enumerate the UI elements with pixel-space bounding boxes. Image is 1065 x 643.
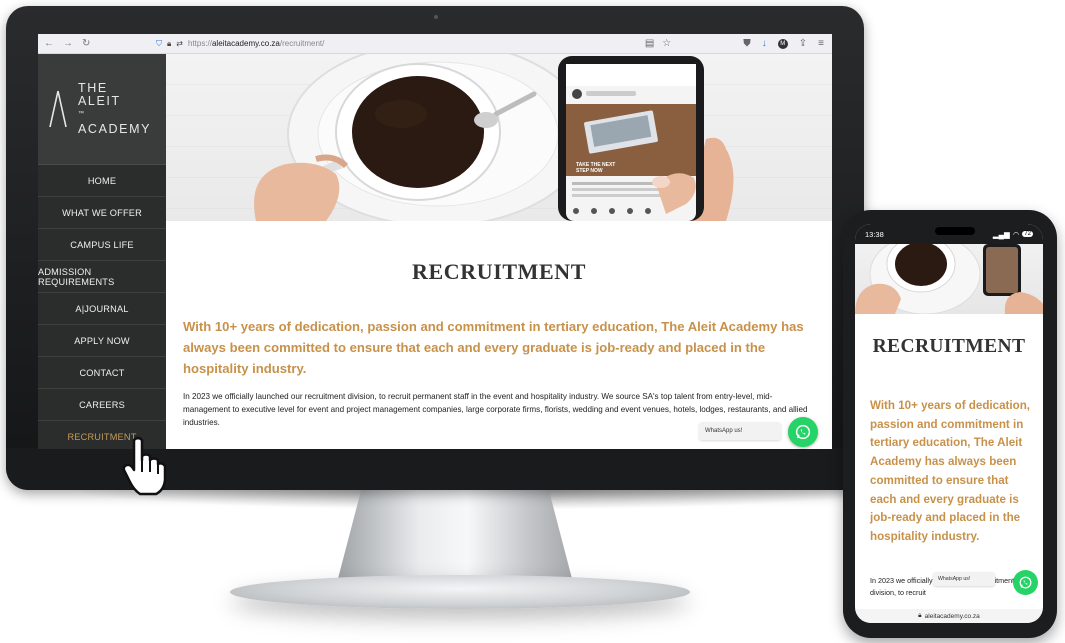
logo-trademark: ™ [78,110,86,117]
menu-item-what-we-offer[interactable]: WHAT WE OFFER [38,197,166,229]
menu-item-contact[interactable]: CONTACT [38,357,166,389]
url-path: /recruitment/ [279,39,325,48]
menu-item-careers[interactable]: CAREERS [38,389,166,421]
share-icon[interactable]: ⇪ [799,38,807,49]
webcam [434,15,438,19]
permissions-icon: ⇄ [176,39,183,48]
aleit-logo[interactable]: THE ALEIT ™ ACADEMY [38,54,166,165]
forward-icon[interactable]: → [63,38,73,49]
phone-lock-icon: 🔒︎ [918,612,922,619]
menu-item-campus-life[interactable]: CAMPUS LIFE [38,229,166,261]
phone-intro-paragraph: With 10+ years of dedication, passion an… [870,399,1030,543]
address-bar[interactable]: ⛉ 🔒︎ ⇄ https://aleitacademy.co.za/recrui… [156,39,645,49]
phone-address-bar[interactable]: 🔒︎ aleitacademy.co.za [855,609,1043,623]
hero-image: TAKE THE NEXT STEP NOW [166,54,832,221]
menu-item-journal[interactable]: A|JOURNAL [38,293,166,325]
hero-caption-line2: STEP NOW [576,168,603,174]
main-content: RECRUITMENT With 10+ years of dedication… [166,221,832,449]
url-protocol: https:// [187,39,212,48]
intro-paragraph: With 10+ years of dedication, passion an… [183,319,804,376]
phone-url: aleitacademy.co.za [924,612,980,620]
pocket-icon[interactable]: ⛊ [743,38,751,49]
whatsapp-label[interactable]: WhatsApp us! [699,422,781,440]
menu-item-home[interactable]: HOME [38,165,166,197]
page-title: RECRUITMENT [411,259,587,284]
phone-whatsapp-icon [1019,576,1032,589]
logo-line-the: THE [78,80,108,95]
toolbar-actions: ⛊ ↓ M ⇪ ≡ [743,38,832,49]
phone-hero-image [855,244,1043,314]
bookmark-star-icon[interactable]: ☆ [662,38,671,49]
whatsapp-button[interactable] [788,417,818,447]
monitor-base [230,575,690,609]
mockup-stage: ← → ↻ ⛉ 🔒︎ ⇄ https://aleitacademy.co.za/… [0,0,1065,643]
hamburger-menu-icon[interactable]: ≡ [818,38,824,49]
menu-item-apply-now[interactable]: APPLY NOW [38,325,166,357]
phone-whatsapp-button[interactable] [1013,570,1038,595]
mobile-phone-mockup: 13:38 ▂▄▆ ◠ 72 RECRUITMENT With 10+ year… [843,210,1057,638]
phone-time: 13:38 [865,229,884,239]
url-domain: aleitacademy.co.za [211,39,280,48]
logo-line-aleit: ALEIT [78,93,121,108]
hand-pointer-icon [122,436,167,496]
logo-line-academy: ACADEMY [78,122,152,137]
phone-page-title: RECRUITMENT [872,336,1026,357]
shield-icon: ⛉ [156,38,162,48]
logo-a-mark-icon [48,89,68,129]
menu-item-admission-requirements[interactable]: ADMISSION REQUIREMENTS [38,261,166,293]
whatsapp-icon [795,424,811,440]
monitor-stand [335,480,575,590]
battery-icon: 72 [1022,231,1033,237]
nav-buttons: ← → ↻ [38,38,156,49]
phone-whatsapp-label[interactable]: WhatsApp us! [933,572,995,586]
phone-screen: 13:38 ▂▄▆ ◠ 72 RECRUITMENT With 10+ year… [855,224,1043,623]
account-avatar-icon[interactable]: M [777,38,788,49]
reload-icon[interactable]: ↻ [82,38,90,49]
back-icon[interactable]: ← [44,38,54,49]
download-icon[interactable]: ↓ [762,38,767,49]
wifi-icon: ◠ [1012,229,1020,239]
signal-icon: ▂▄▆ [992,229,1010,239]
dynamic-island [935,227,975,235]
sidebar: THE ALEIT ™ ACADEMY HOME WHAT WE OFFER CA… [38,54,166,449]
browser-toolbar: ← → ↻ ⛉ 🔒︎ ⇄ https://aleitacademy.co.za/… [38,34,832,54]
reader-view-icon[interactable]: ▤ [645,38,654,49]
lock-icon: 🔒︎ [167,38,172,48]
logo-wordmark: THE ALEIT ™ ACADEMY [78,80,152,137]
desktop-browser-window: ← → ↻ ⛉ 🔒︎ ⇄ https://aleitacademy.co.za/… [38,34,832,449]
